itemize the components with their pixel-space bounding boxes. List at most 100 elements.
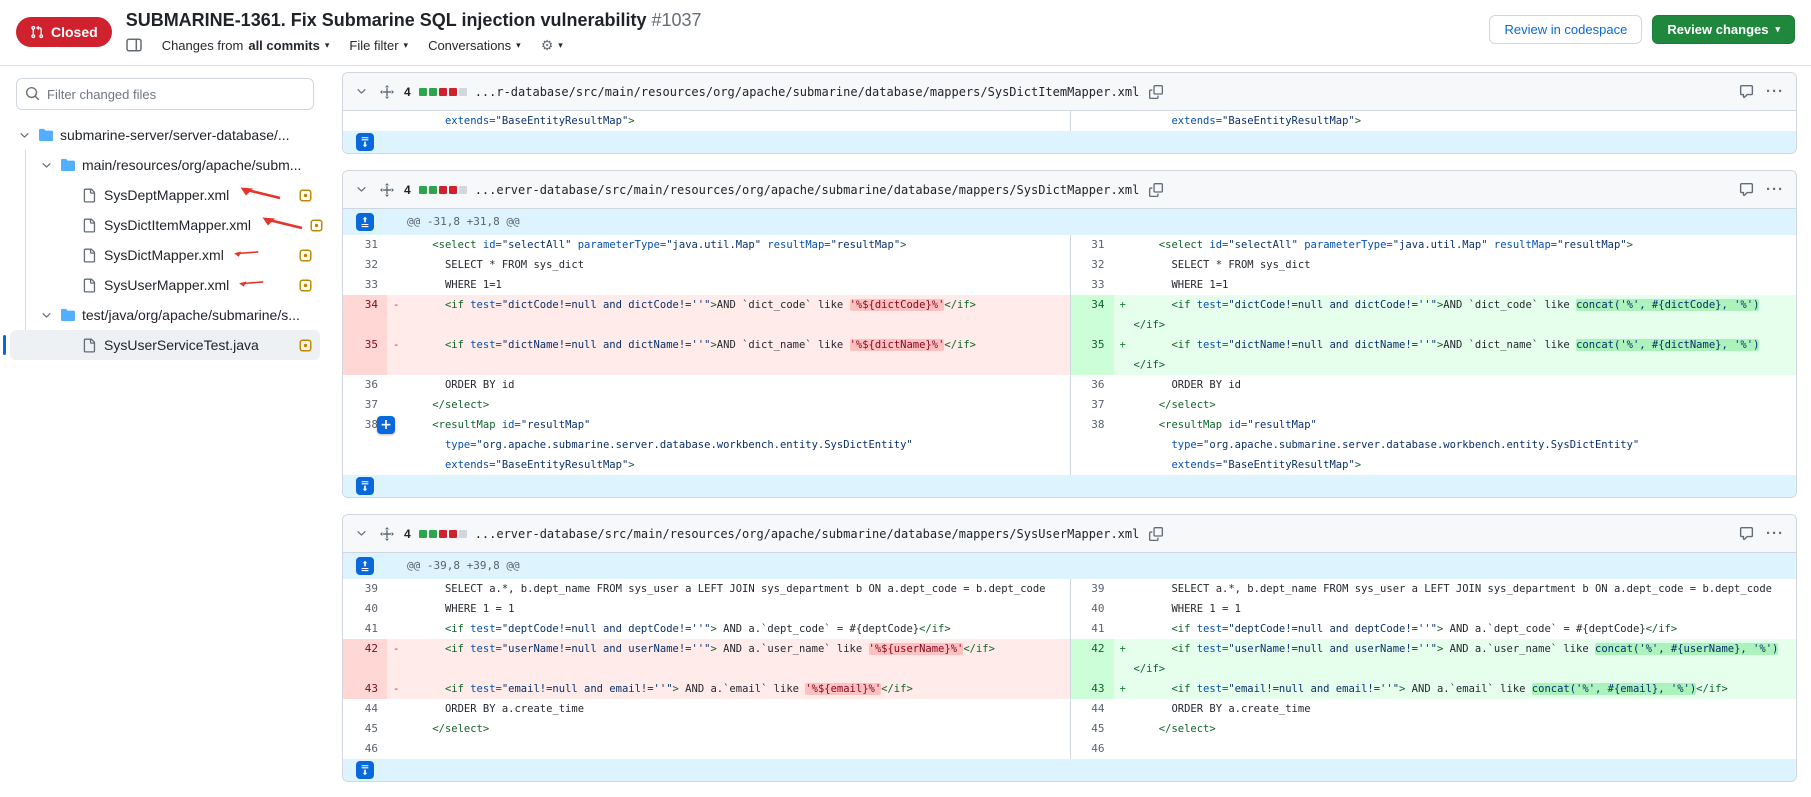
diff-settings-menu[interactable]: ⚙ ▾	[541, 38, 563, 52]
line-number[interactable]: 42	[343, 639, 387, 679]
line-number[interactable]: 33	[343, 275, 387, 295]
line-number[interactable]: 34	[343, 295, 387, 335]
expand-hunk-button[interactable]	[356, 557, 374, 575]
file-tree-item[interactable]: test/java/org/apache/submarine/s...	[10, 300, 320, 330]
copy-path-button[interactable]	[1147, 83, 1165, 101]
expand-diff-bar[interactable]	[387, 759, 1796, 781]
line-number[interactable]: 38	[1070, 415, 1114, 475]
conversations-menu[interactable]: Conversations ▾	[428, 38, 521, 53]
line-number[interactable]: 39	[1070, 579, 1114, 599]
line-number[interactable]: 35	[1070, 335, 1114, 375]
line-number[interactable]: 41	[343, 619, 387, 639]
file-menu-button[interactable]: ···	[1764, 82, 1786, 101]
line-number[interactable]: 35	[343, 335, 387, 375]
caret-down-icon: ▾	[404, 41, 409, 50]
file-menu-button[interactable]: ···	[1764, 524, 1786, 543]
line-number[interactable]	[343, 111, 387, 131]
hunk-header: @@ -39,8 +39,8 @@	[387, 553, 1796, 579]
file-tree-item[interactable]: SysDeptMapper.xml	[10, 180, 320, 210]
line-number[interactable]: 42	[1070, 639, 1114, 679]
expand-diff-button[interactable]	[356, 133, 374, 151]
line-number[interactable]: 33	[1070, 275, 1114, 295]
file-filter-menu[interactable]: File filter ▾	[349, 38, 408, 53]
line-number[interactable]: 41	[1070, 619, 1114, 639]
line-number[interactable]: 32	[1070, 255, 1114, 275]
collapse-file-button[interactable]	[353, 181, 370, 198]
file-diff-section: 4 ...erver-database/src/main/resources/o…	[342, 170, 1797, 498]
expand-diff-button[interactable]	[356, 477, 374, 495]
line-number[interactable]: 32	[343, 255, 387, 275]
file-path[interactable]: ...r-database/src/main/resources/org/apa…	[475, 85, 1140, 99]
pr-header: Closed SUBMARINE-1361. Fix Submarine SQL…	[0, 0, 1811, 66]
chevron-down-icon[interactable]	[18, 129, 32, 142]
drag-handle-icon[interactable]	[378, 83, 396, 101]
chevron-down-icon[interactable]	[40, 159, 54, 172]
line-number[interactable]	[1070, 111, 1114, 131]
expand-hunk-button[interactable]	[356, 213, 374, 231]
collapse-file-button[interactable]	[353, 525, 370, 542]
code-line: </select>	[387, 395, 1070, 415]
expand-diff-bar[interactable]	[387, 131, 1796, 153]
file-tree-item-label: SysUserMapper.xml	[104, 277, 229, 293]
code-line	[387, 739, 1070, 759]
line-number[interactable]: 31	[1070, 235, 1114, 255]
annotation-arrow-icon	[236, 270, 266, 294]
changed-lines-count: 4	[404, 527, 411, 541]
file-tree-item[interactable]: SysDictItemMapper.xml	[10, 210, 320, 240]
file-modified-icon	[299, 339, 312, 352]
file-menu-button[interactable]: ···	[1764, 180, 1786, 199]
add-line-comment-button[interactable]: +	[377, 416, 395, 434]
collapse-file-button[interactable]	[353, 83, 370, 100]
file-tree-item[interactable]: submarine-server/server-database/...	[10, 120, 320, 150]
file-comment-button[interactable]	[1737, 524, 1756, 543]
sidebar-toggle-icon	[126, 37, 142, 53]
file-filter-input[interactable]	[16, 78, 314, 110]
sidebar-toggle-button[interactable]	[126, 37, 142, 53]
diffstat-square	[439, 530, 447, 538]
line-number[interactable]: 37	[343, 395, 387, 415]
line-number[interactable]: 44	[1070, 699, 1114, 719]
file-path[interactable]: ...erver-database/src/main/resources/org…	[475, 183, 1140, 197]
line-number[interactable]: 40	[343, 599, 387, 619]
copy-path-button[interactable]	[1147, 181, 1165, 199]
drag-handle-icon[interactable]	[378, 525, 396, 543]
line-number[interactable]: 45	[1070, 719, 1114, 739]
drag-handle-icon[interactable]	[378, 181, 396, 199]
line-number[interactable]: 36	[343, 375, 387, 395]
code-line: - <if test="email!=null and email!=''"> …	[387, 679, 1070, 699]
copy-path-button[interactable]	[1147, 525, 1165, 543]
line-number[interactable]: 43	[343, 679, 387, 699]
line-number[interactable]: 43	[1070, 679, 1114, 699]
line-number[interactable]: 46	[1070, 739, 1114, 759]
line-number[interactable]: 34	[1070, 295, 1114, 335]
expand-diff-bar[interactable]	[387, 475, 1796, 497]
file-tree-item[interactable]: SysUserMapper.xml	[10, 270, 320, 300]
line-number[interactable]: 46	[343, 739, 387, 759]
file-filter-label: File filter	[349, 38, 398, 53]
file-tree-item[interactable]: SysDictMapper.xml	[10, 240, 320, 270]
chevron-down-icon[interactable]	[40, 309, 54, 322]
line-number[interactable]: 45	[343, 719, 387, 739]
line-number[interactable]: 31	[343, 235, 387, 255]
line-number[interactable]: 39	[343, 579, 387, 599]
review-changes-button[interactable]: Review changes ▾	[1652, 15, 1795, 44]
code-line: WHERE 1=1	[1114, 275, 1797, 295]
file-comment-button[interactable]	[1737, 82, 1756, 101]
diff-table: @@ -31,8 +31,8 @@31 <select id="selectAl…	[343, 209, 1796, 497]
code-line: ORDER BY a.create_time	[387, 699, 1070, 719]
file-comment-button[interactable]	[1737, 180, 1756, 199]
file-tree-item[interactable]: main/resources/org/apache/subm...	[10, 150, 320, 180]
expand-diff-button[interactable]	[356, 761, 374, 779]
diffstat-square	[429, 88, 437, 96]
line-number[interactable]: 40	[1070, 599, 1114, 619]
file-tree-item[interactable]: SysUserServiceTest.java	[10, 330, 320, 360]
code-line: <if test="deptCode!=null and deptCode!='…	[1114, 619, 1797, 639]
line-number[interactable]: 37	[1070, 395, 1114, 415]
code-line: + <if test="email!=null and email!=''"> …	[1114, 679, 1797, 699]
line-number[interactable]: 36	[1070, 375, 1114, 395]
line-number[interactable]: 44	[343, 699, 387, 719]
review-in-codespace-button[interactable]: Review in codespace	[1489, 15, 1642, 44]
file-path[interactable]: ...erver-database/src/main/resources/org…	[475, 527, 1140, 541]
changes-from-menu[interactable]: Changes from all commits ▾	[162, 38, 330, 53]
caret-down-icon: ▾	[558, 41, 563, 50]
